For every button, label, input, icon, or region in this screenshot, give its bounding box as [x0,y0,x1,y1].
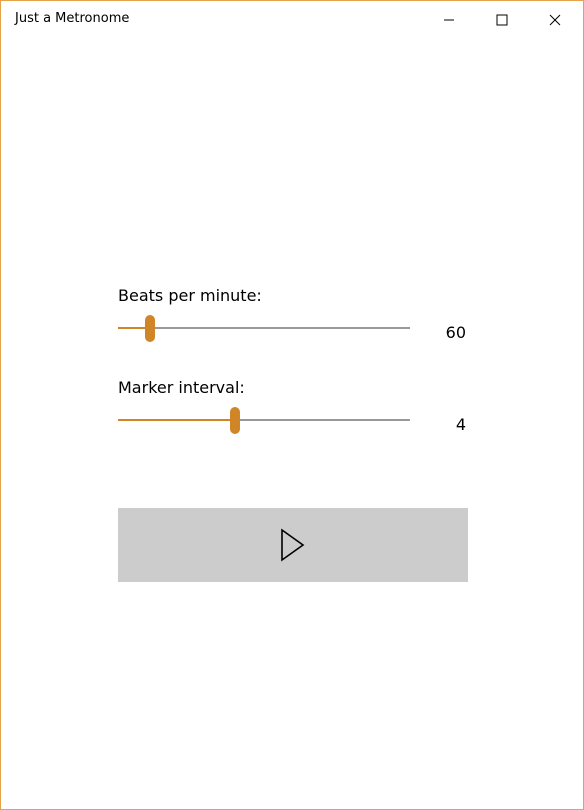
bpm-label: Beats per minute: [118,286,262,305]
minimize-button[interactable] [426,1,472,39]
bpm-slider[interactable] [118,314,410,344]
bpm-value: 60 [445,323,466,342]
marker-slider-fill [118,419,235,421]
app-window: Just a Metronome Beats per minute: 60 Ma… [0,0,584,810]
title-bar[interactable]: Just a Metronome [1,1,583,39]
close-button[interactable] [532,1,578,39]
marker-slider-thumb[interactable] [230,407,240,434]
close-icon [549,14,561,26]
maximize-button[interactable] [479,1,525,39]
window-title: Just a Metronome [15,11,130,26]
marker-interval-label: Marker interval: [118,378,245,397]
marker-interval-value: 4 [455,415,466,434]
play-button[interactable] [118,508,468,582]
bpm-slider-thumb[interactable] [145,315,155,342]
bpm-slider-track [118,327,410,329]
play-icon [281,528,305,562]
minimize-icon [444,19,454,21]
marker-interval-slider[interactable] [118,406,410,436]
maximize-icon [496,14,508,26]
